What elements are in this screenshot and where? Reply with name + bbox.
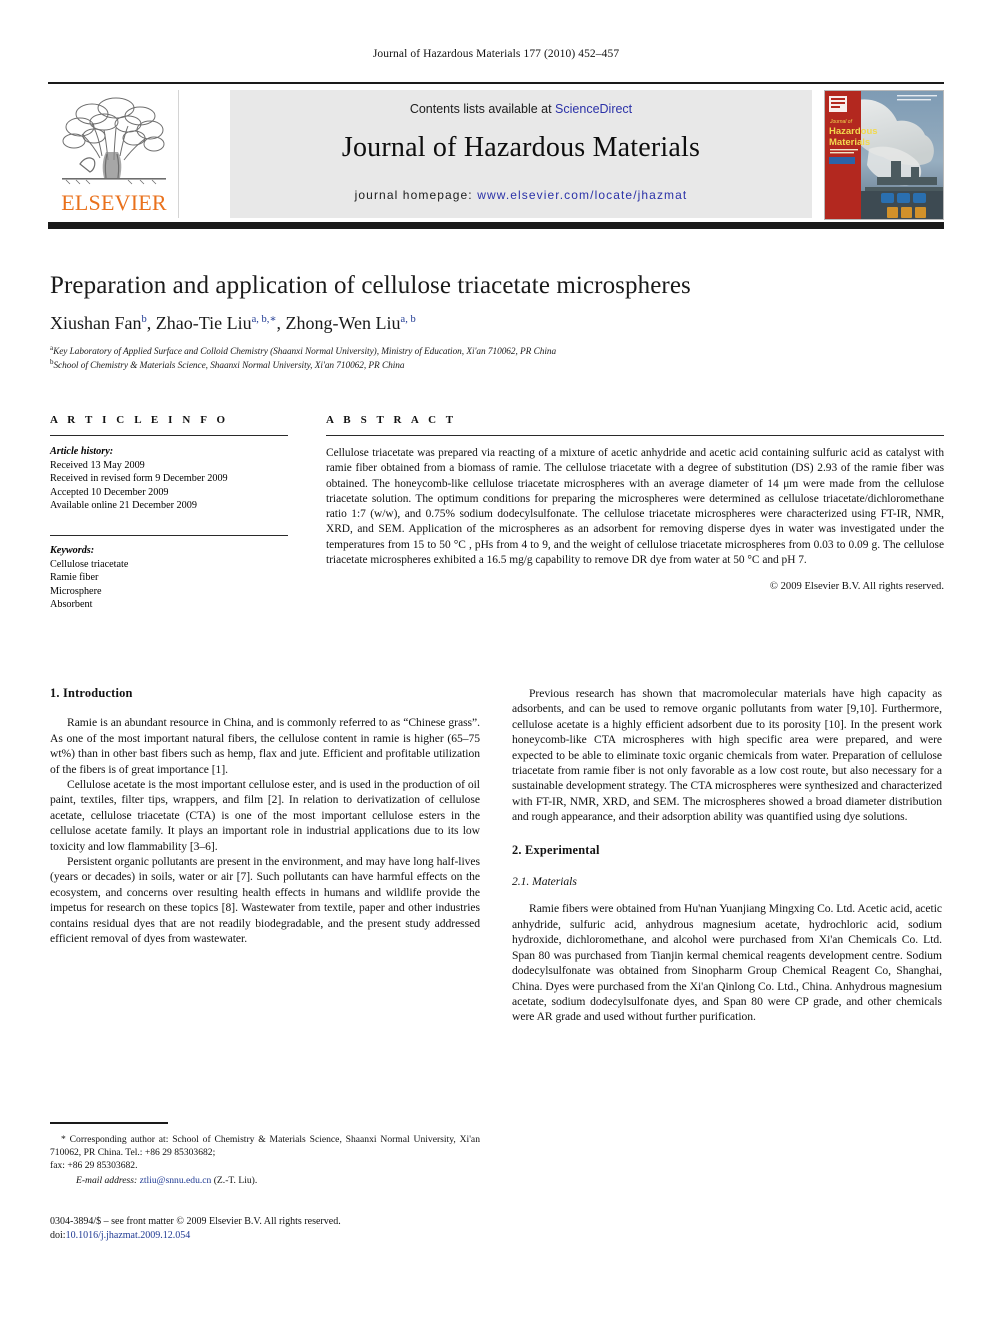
homepage-prefix: journal homepage:	[354, 188, 478, 202]
running-head: Journal of Hazardous Materials 177 (2010…	[372, 48, 620, 60]
section-heading-introduction: 1. Introduction	[50, 686, 133, 700]
history-item: Received in revised form 9 December 2009	[50, 473, 228, 485]
article-history: Article history: Received 13 May 2009 Re…	[50, 445, 288, 513]
email-link[interactable]: ztliu@snnu.edu.cn	[140, 1175, 212, 1186]
journal-cover-image: Journal of Hazardous Materials	[825, 91, 943, 219]
elsevier-logo: ELSEVIER	[50, 90, 179, 218]
cover-title-hazardous: Hazardous	[829, 126, 878, 137]
affiliation-a: aKey Laboratory of Applied Surface and C…	[50, 344, 940, 357]
paragraph: Ramie is an abundant resource in China, …	[50, 716, 480, 776]
author-2-marks[interactable]: a, b,∗	[252, 314, 277, 325]
paragraph: Cellulose acetate is the most important …	[50, 778, 480, 853]
abstract-rule	[326, 435, 944, 436]
keywords-block: Keywords: Cellulose triacetate Ramie fib…	[50, 544, 288, 612]
body-column-right: Previous research has shown that macromo…	[512, 686, 942, 1025]
paragraph: Previous research has shown that macromo…	[512, 687, 942, 824]
history-item: Accepted 10 December 2009	[50, 486, 169, 498]
contents-band: Contents lists available at ScienceDirec…	[230, 90, 812, 218]
author-list: Xiushan Fanb, Zhao-Tie Liua, b,∗, Zhong-…	[50, 313, 416, 333]
history-item: Available online 21 December 2009	[50, 500, 197, 512]
email-label: E-mail address:	[76, 1175, 138, 1186]
masthead-bottom-rule	[48, 222, 944, 229]
affiliation-a-text: Key Laboratory of Applied Surface and Co…	[53, 347, 557, 357]
history-item: Received 13 May 2009	[50, 459, 145, 471]
paragraph: Persistent organic pollutants are presen…	[50, 855, 480, 946]
section-heading-experimental: 2. Experimental	[512, 842, 600, 857]
author-2-name: Zhao-Tie Liu	[155, 313, 252, 333]
subsection-heading-materials: 2.1. Materials	[512, 875, 577, 889]
author-1-name: Xiushan Fan	[50, 313, 142, 333]
keyword-item: Absorbent	[50, 599, 93, 611]
page-title: Preparation and application of cellulose…	[50, 272, 691, 299]
journal-article-page: Journal of Hazardous Materials 177 (2010…	[0, 0, 992, 1323]
imprint-block: 0304-3894/$ – see front matter © 2009 El…	[50, 1215, 480, 1243]
keyword-item: Microsphere	[50, 585, 102, 597]
journal-homepage-line: journal homepage: www.elsevier.com/locat…	[230, 188, 812, 202]
cover-title-materials: Materials	[829, 137, 870, 148]
doi-line: doi:10.1016/j.jhazmat.2009.12.054	[50, 1229, 480, 1243]
doi-label: doi:	[50, 1230, 66, 1241]
article-info-rule	[50, 435, 288, 436]
article-info-block: A R T I C L E I N F O Article history: R…	[50, 414, 288, 612]
author-3-name: Zhong-Wen Liu	[285, 313, 401, 333]
masthead-top-rule	[48, 82, 944, 84]
footnote-rule	[50, 1122, 168, 1124]
cover-title-journal-of: Journal of	[829, 119, 853, 125]
fax-note: fax: +86 29 85303682.	[50, 1160, 138, 1171]
journal-homepage-link[interactable]: www.elsevier.com/locate/jhazmat	[477, 188, 687, 202]
keywords-rule	[50, 534, 288, 536]
contents-prefix: Contents lists available at	[409, 102, 556, 116]
elsevier-wordmark: ELSEVIER	[61, 190, 167, 215]
article-history-label: Article history:	[50, 446, 114, 457]
issn-line: 0304-3894/$ – see front matter © 2009 El…	[50, 1216, 341, 1227]
keywords-label: Keywords:	[50, 544, 95, 556]
journal-title: Journal of Hazardous Materials	[341, 132, 701, 163]
affiliation-b: bSchool of Chemistry & Materials Science…	[50, 358, 940, 371]
email-suffix: (Z.-T. Liu).	[213, 1175, 258, 1186]
abstract-text: Cellulose triacetate was prepared via re…	[326, 447, 944, 567]
paragraph: Ramie fibers were obtained from Hu'nan Y…	[512, 902, 942, 1024]
elsevier-tree-icon	[62, 97, 166, 185]
footnotes-block: * Corresponding author at: School of Che…	[50, 1122, 480, 1187]
keyword-item: Cellulose triacetate	[50, 558, 129, 570]
doi-link[interactable]: 10.1016/j.jhazmat.2009.12.054	[66, 1230, 191, 1241]
abstract-block: A B S T R A C T Cellulose triacetate was…	[326, 414, 944, 592]
journal-cover-thumbnail: Journal of Hazardous Materials	[824, 90, 944, 220]
author-1-marks[interactable]: b	[142, 314, 147, 325]
contents-available-line: Contents lists available at ScienceDirec…	[230, 102, 812, 116]
email-note: E-mail address: ztliu@snnu.edu.cn (Z.-T.…	[50, 1174, 480, 1187]
body-column-left: 1. Introduction Ramie is an abundant res…	[50, 686, 480, 947]
keyword-item: Ramie fiber	[50, 572, 99, 584]
copyright-notice: © 2009 Elsevier B.V. All rights reserved…	[769, 581, 944, 593]
abstract-heading: A B S T R A C T	[326, 414, 457, 426]
sciencedirect-link[interactable]: ScienceDirect	[555, 102, 632, 116]
author-3-marks[interactable]: a, b	[401, 314, 416, 325]
article-info-heading: A R T I C L E I N F O	[50, 414, 229, 426]
journal-masthead: ELSEVIER Contents lists available at Sci…	[48, 82, 944, 230]
corresponding-author-note: * Corresponding author at: School of Che…	[50, 1134, 480, 1158]
affiliation-b-text: School of Chemistry & Materials Science,…	[53, 361, 405, 371]
